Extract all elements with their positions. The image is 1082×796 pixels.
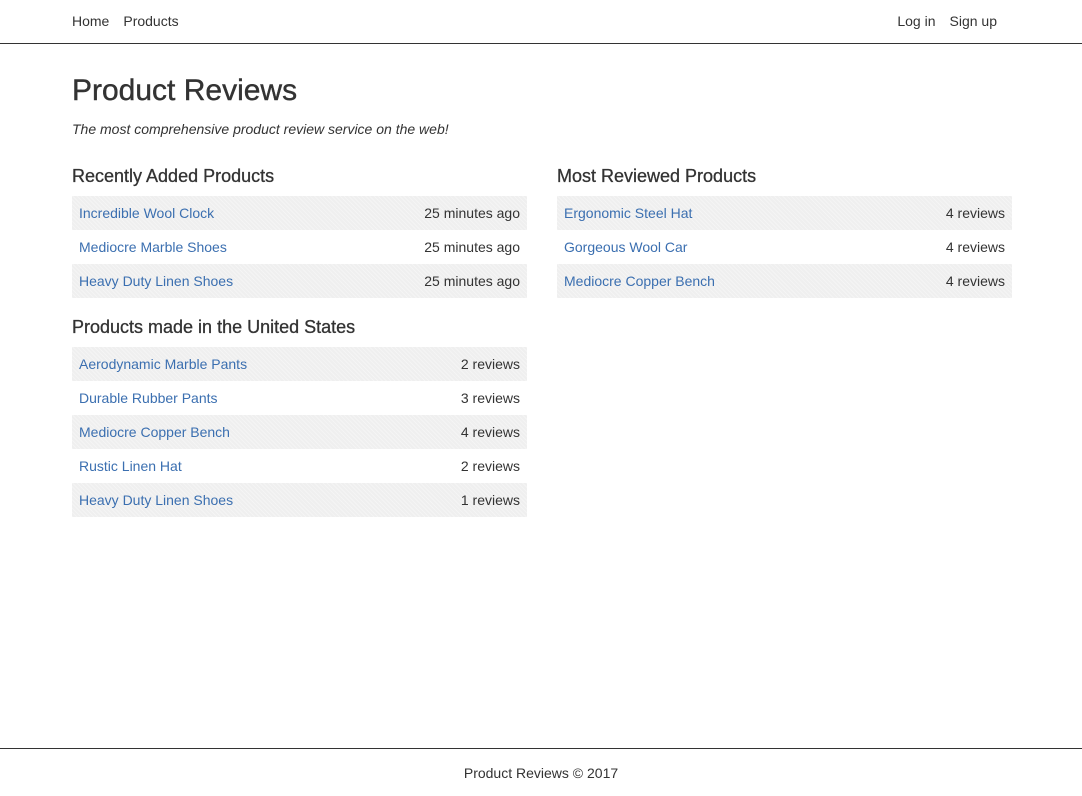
made-in-us-section: Products made in the United States Aerod… <box>72 316 527 517</box>
nav-right-group: Log in Sign up <box>883 0 997 44</box>
review-count: 4 reviews <box>945 273 1005 289</box>
product-link[interactable]: Heavy Duty Linen Shoes <box>79 492 233 508</box>
most-reviewed-section: Most Reviewed Products Ergonomic Steel H… <box>557 165 1012 298</box>
added-time: 25 minutes ago <box>424 205 520 221</box>
recently-added-section: Recently Added Products Incredible Wool … <box>72 165 527 298</box>
list-item: Heavy Duty Linen Shoes 25 minutes ago <box>72 264 527 298</box>
review-count: 2 reviews <box>460 356 520 372</box>
product-link[interactable]: Mediocre Marble Shoes <box>79 239 227 255</box>
list-item: Incredible Wool Clock 25 minutes ago <box>72 196 527 230</box>
list-item: Mediocre Copper Bench 4 reviews <box>557 264 1012 298</box>
nav-products-link[interactable]: Products <box>123 0 178 45</box>
page-tagline: The most comprehensive product review se… <box>72 121 449 137</box>
most-reviewed-title: Most Reviewed Products <box>557 166 757 186</box>
list-item: Rustic Linen Hat 2 reviews <box>72 449 527 483</box>
nav-home-link[interactable]: Home <box>72 0 109 45</box>
made-in-us-title: Products made in the United States <box>72 317 356 337</box>
list-item: Heavy Duty Linen Shoes 1 reviews <box>72 483 527 517</box>
nav-signup-link[interactable]: Sign up <box>950 0 997 45</box>
product-link[interactable]: Aerodynamic Marble Pants <box>79 356 247 372</box>
added-time: 25 minutes ago <box>424 239 520 255</box>
product-link[interactable]: Heavy Duty Linen Shoes <box>79 273 233 289</box>
review-count: 2 reviews <box>460 458 520 474</box>
review-count: 4 reviews <box>945 239 1005 255</box>
list-item: Ergonomic Steel Hat 4 reviews <box>557 196 1012 230</box>
list-item: Mediocre Copper Bench 4 reviews <box>72 415 527 449</box>
list-item: Aerodynamic Marble Pants 2 reviews <box>72 347 527 381</box>
recently-added-list: Incredible Wool Clock 25 minutes ago Med… <box>72 196 527 298</box>
review-count: 4 reviews <box>945 205 1005 221</box>
recently-added-title: Recently Added Products <box>72 166 275 186</box>
list-item: Mediocre Marble Shoes 25 minutes ago <box>72 230 527 264</box>
product-link[interactable]: Rustic Linen Hat <box>79 458 182 474</box>
footer-copyright: Product Reviews © 2017 <box>463 764 619 781</box>
top-navbar: Home Products Log in Sign up <box>0 0 1082 44</box>
product-link[interactable]: Mediocre Copper Bench <box>79 424 230 440</box>
most-reviewed-list: Ergonomic Steel Hat 4 reviews Gorgeous W… <box>557 196 1012 298</box>
page-footer: Product Reviews © 2017 <box>0 748 1082 796</box>
review-count: 4 reviews <box>460 424 520 440</box>
product-link[interactable]: Mediocre Copper Bench <box>564 273 715 289</box>
review-count: 1 reviews <box>460 492 520 508</box>
list-item: Gorgeous Wool Car 4 reviews <box>557 230 1012 264</box>
product-link[interactable]: Durable Rubber Pants <box>79 390 218 406</box>
made-in-us-list: Aerodynamic Marble Pants 2 reviews Durab… <box>72 347 527 517</box>
added-time: 25 minutes ago <box>424 273 520 289</box>
product-link[interactable]: Incredible Wool Clock <box>79 205 214 221</box>
product-link[interactable]: Gorgeous Wool Car <box>564 239 687 255</box>
nav-login-link[interactable]: Log in <box>897 0 935 45</box>
nav-left-group: Home Products <box>72 0 193 44</box>
review-count: 3 reviews <box>460 390 520 406</box>
product-link[interactable]: Ergonomic Steel Hat <box>564 205 692 221</box>
page-title: Product Reviews <box>72 74 298 107</box>
list-item: Durable Rubber Pants 3 reviews <box>72 381 527 415</box>
